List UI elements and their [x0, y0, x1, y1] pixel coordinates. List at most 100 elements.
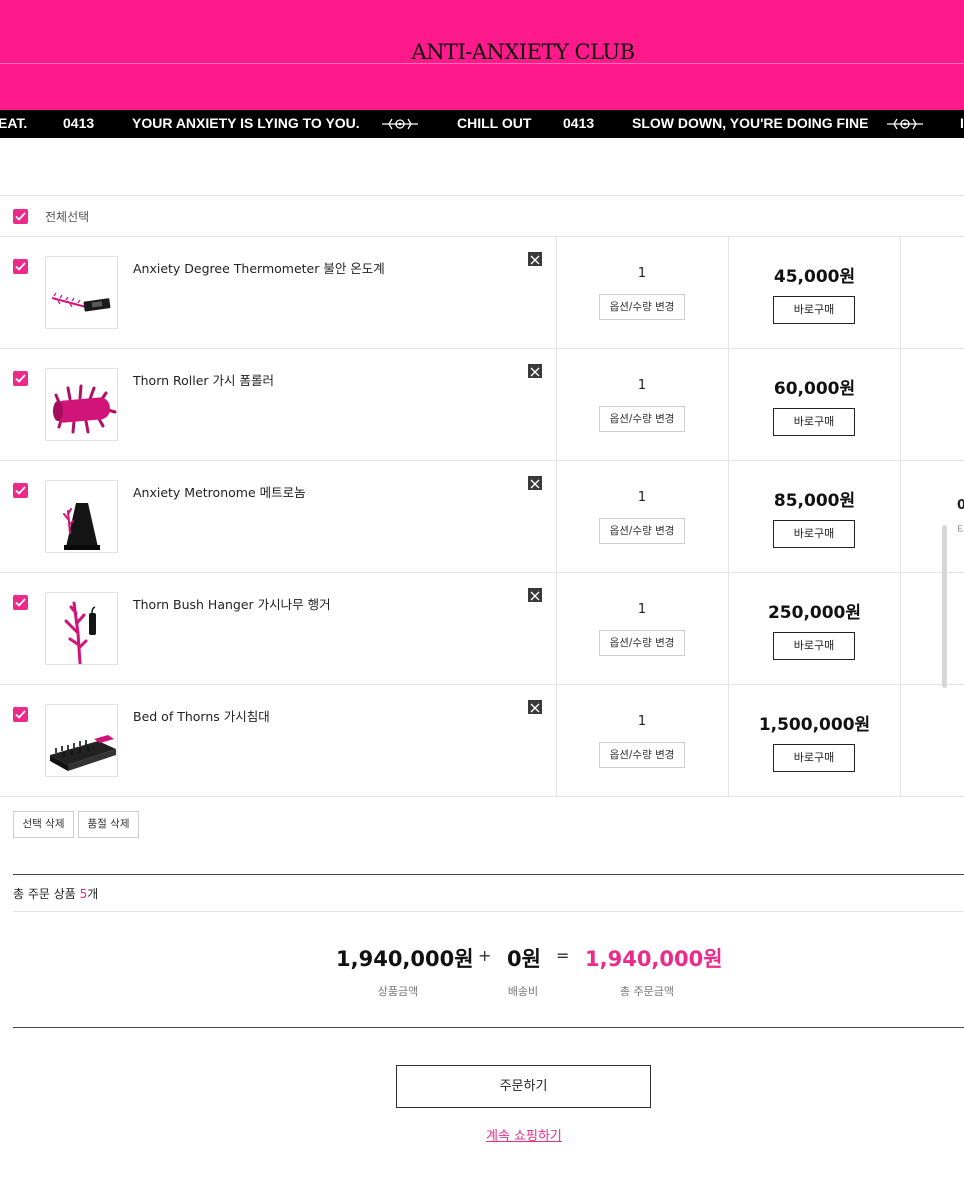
cart-row: Thorn Roller 가시 폼롤러 1 옵션/수량 변경 60,000원 바…	[0, 348, 964, 461]
change-option-button[interactable]: 옵션/수량 변경	[599, 294, 685, 320]
summary-top-divider	[13, 874, 964, 875]
change-option-button[interactable]: 옵션/수량 변경	[599, 518, 685, 544]
cart-row: Anxiety Degree Thermometer 불안 온도계 1 옵션/수…	[0, 236, 964, 349]
column-divider	[728, 685, 729, 797]
column-divider	[728, 237, 729, 349]
item-checkbox[interactable]	[13, 595, 28, 610]
cart-row: Bed of Thorns 가시침대 1 옵션/수량 변경 1,500,000원…	[0, 684, 964, 797]
column-divider	[900, 461, 901, 573]
ticker-item: EAT.	[0, 115, 28, 131]
product-thumbnail[interactable]	[45, 704, 118, 777]
product-name[interactable]: Thorn Bush Hanger 가시나무 행거	[133, 594, 331, 613]
cart-row: Thorn Bush Hanger 가시나무 행거 1 옵션/수량 변경 250…	[0, 572, 964, 685]
buy-now-button[interactable]: 바로구매	[773, 744, 855, 772]
announcement-ticker: EAT. 0413 YOUR ANXIETY IS LYING TO YOU. …	[0, 110, 964, 138]
order-count-suffix: 개	[87, 887, 99, 901]
checkmark-icon	[15, 212, 26, 221]
cart-top-divider	[0, 195, 964, 196]
column-divider	[556, 573, 557, 685]
item-price: 85,000원	[773, 491, 856, 511]
ticker-item: 0413	[563, 115, 595, 131]
site-logo[interactable]: ANTI-ANXIETY CLUB	[0, 40, 964, 64]
scrollbar[interactable]	[942, 525, 947, 688]
product-name[interactable]: Thorn Roller 가시 폼롤러	[133, 370, 274, 389]
continue-shopping-link[interactable]: 계속 쇼핑하기	[486, 1125, 562, 1144]
delete-soldout-button[interactable]: 품절 삭제	[78, 811, 139, 838]
summary-bottom-divider	[13, 1027, 964, 1028]
remove-item-button[interactable]	[528, 700, 542, 714]
column-divider	[556, 237, 557, 349]
column-divider	[900, 237, 901, 349]
buy-now-button[interactable]: 바로구매	[773, 408, 855, 436]
grand-total-label: 총 주문금액	[619, 985, 675, 998]
thorn-ornament-icon	[382, 118, 418, 130]
item-checkbox[interactable]	[13, 259, 28, 274]
metronome-icon	[63, 503, 100, 550]
remove-item-button[interactable]	[528, 476, 542, 490]
change-option-button[interactable]: 옵션/수량 변경	[599, 406, 685, 432]
shipping-fee-label: 배송비	[507, 985, 539, 998]
item-checkbox[interactable]	[13, 371, 28, 386]
close-icon	[530, 367, 540, 377]
side-panel-label: 티	[957, 525, 964, 536]
thorn-bed-icon	[50, 735, 116, 771]
delete-selected-button[interactable]: 선택 삭제	[13, 811, 74, 838]
checkmark-icon	[15, 486, 26, 495]
ticker-item: 0413	[63, 115, 95, 131]
change-option-button[interactable]: 옵션/수량 변경	[599, 630, 685, 656]
equals-sign: =	[556, 946, 570, 965]
column-divider	[728, 573, 729, 685]
column-divider	[556, 461, 557, 573]
buy-now-button[interactable]: 바로구매	[773, 632, 855, 660]
site-header: ANTI-ANXIETY CLUB	[0, 0, 964, 110]
item-quantity: 1	[637, 378, 647, 393]
summary-divider	[13, 911, 964, 912]
column-divider	[728, 461, 729, 573]
item-checkbox[interactable]	[13, 483, 28, 498]
remove-item-button[interactable]	[528, 364, 542, 378]
thorn-ornament-icon	[887, 118, 923, 130]
product-thumbnail[interactable]	[45, 368, 118, 441]
column-divider	[900, 685, 901, 797]
product-thumbnail[interactable]	[45, 256, 118, 329]
select-all-label: 전체선택	[45, 210, 90, 224]
remove-item-button[interactable]	[528, 588, 542, 602]
checkmark-icon	[15, 598, 26, 607]
thorn-roller-icon	[53, 384, 117, 434]
product-thumbnail[interactable]	[45, 480, 118, 553]
product-name[interactable]: Bed of Thorns 가시침대	[133, 706, 270, 725]
checkmark-icon	[15, 262, 26, 271]
ticker-item: I	[960, 115, 964, 131]
item-price: 60,000원	[773, 379, 856, 399]
buy-now-button[interactable]: 바로구매	[773, 520, 855, 548]
thermometer-icon	[51, 292, 111, 312]
buy-now-button[interactable]: 바로구매	[773, 296, 855, 324]
close-icon	[530, 479, 540, 489]
select-all-checkbox[interactable]	[13, 209, 28, 224]
product-name[interactable]: Anxiety Metronome 메트로놈	[133, 482, 306, 501]
item-price: 45,000원	[773, 267, 856, 287]
close-icon	[530, 255, 540, 265]
checkmark-icon	[15, 710, 26, 719]
plus-sign: +	[478, 946, 492, 965]
column-divider	[900, 573, 901, 685]
ticker-item: YOUR ANXIETY IS LYING TO YOU.	[132, 115, 360, 131]
column-divider	[900, 349, 901, 461]
item-quantity: 1	[637, 602, 647, 617]
change-option-button[interactable]: 옵션/수량 변경	[599, 742, 685, 768]
product-thumbnail[interactable]	[45, 592, 118, 665]
cart-row: Anxiety Metronome 메트로놈 1 옵션/수량 변경 85,000…	[0, 460, 964, 573]
item-checkbox[interactable]	[13, 707, 28, 722]
remove-item-button[interactable]	[528, 252, 542, 266]
product-name[interactable]: Anxiety Degree Thermometer 불안 온도계	[133, 258, 385, 277]
thorn-hanger-icon	[64, 601, 96, 664]
order-button[interactable]: 주문하기	[396, 1065, 651, 1108]
column-divider	[556, 685, 557, 797]
product-total-label: 상품금액	[377, 985, 419, 998]
ticker-item: CHILL OUT	[457, 115, 532, 131]
order-count-prefix: 총 주문 상품	[13, 887, 80, 901]
product-total: 1,940,000원	[336, 947, 474, 971]
ticker-item: SLOW DOWN, YOU'RE DOING FINE	[632, 115, 869, 131]
close-icon	[530, 591, 540, 601]
item-quantity: 1	[637, 714, 647, 729]
